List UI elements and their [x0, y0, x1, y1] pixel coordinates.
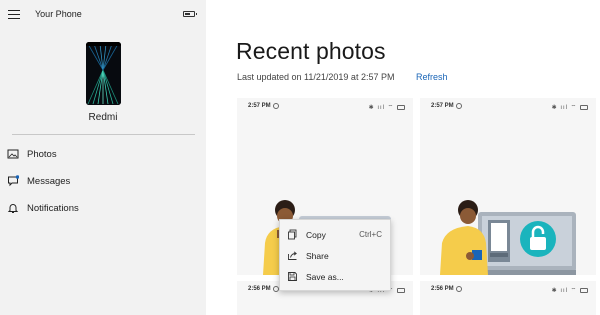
hamburger-menu-icon[interactable]	[8, 10, 20, 19]
shortcut-label: Ctrl+C	[359, 230, 382, 239]
sidebar-item-label: Notifications	[27, 203, 79, 214]
photo-time: 2:56 PM	[431, 286, 454, 292]
photo-thumbnail[interactable]: 2:57 PM ✱ ııl ⌔	[420, 98, 596, 275]
context-menu-label: Share	[306, 251, 329, 261]
last-updated-text: Last updated on 11/21/2019 at 2:57 PM	[237, 72, 395, 82]
sidebar-item-notifications[interactable]: Notifications	[0, 197, 206, 221]
phone-image	[86, 42, 121, 105]
photos-icon	[7, 149, 19, 159]
page-title: Recent photos	[236, 38, 386, 64]
alarm-icon	[456, 286, 462, 292]
share-icon	[288, 251, 297, 260]
context-menu: Copy Ctrl+C Share Save as...	[279, 219, 391, 291]
photo-thumbnail[interactable]: 2:56 PM ✱ ııl ⌔	[420, 281, 596, 315]
refresh-link[interactable]: Refresh	[416, 72, 448, 82]
context-menu-label: Copy	[306, 230, 326, 240]
context-menu-save-as[interactable]: Save as...	[280, 266, 390, 287]
photo-time: 2:56 PM	[248, 286, 271, 292]
device-name: Redmi	[88, 112, 118, 123]
save-icon	[288, 272, 297, 281]
context-menu-copy[interactable]: Copy Ctrl+C	[280, 224, 390, 245]
sidebar-item-messages[interactable]: Messages	[0, 170, 206, 194]
person-lock-illustration	[440, 200, 576, 275]
messages-icon	[8, 175, 19, 187]
sidebar-item-label: Messages	[27, 176, 71, 187]
sidebar-divider	[12, 134, 195, 135]
sidebar-item-photos[interactable]: Photos	[0, 143, 206, 167]
battery-icon	[183, 11, 197, 17]
context-menu-share[interactable]: Share	[280, 245, 390, 266]
context-menu-label: Save as...	[306, 272, 344, 282]
photo-status-icons: ✱ ııl ⌔	[552, 286, 588, 294]
sidebar-item-label: Photos	[27, 149, 57, 160]
bell-icon	[7, 204, 19, 213]
app-title: Your Phone	[35, 9, 82, 19]
sidebar: Your Phone Redmi Photos Messages Notific…	[0, 0, 206, 315]
copy-icon	[288, 229, 297, 240]
